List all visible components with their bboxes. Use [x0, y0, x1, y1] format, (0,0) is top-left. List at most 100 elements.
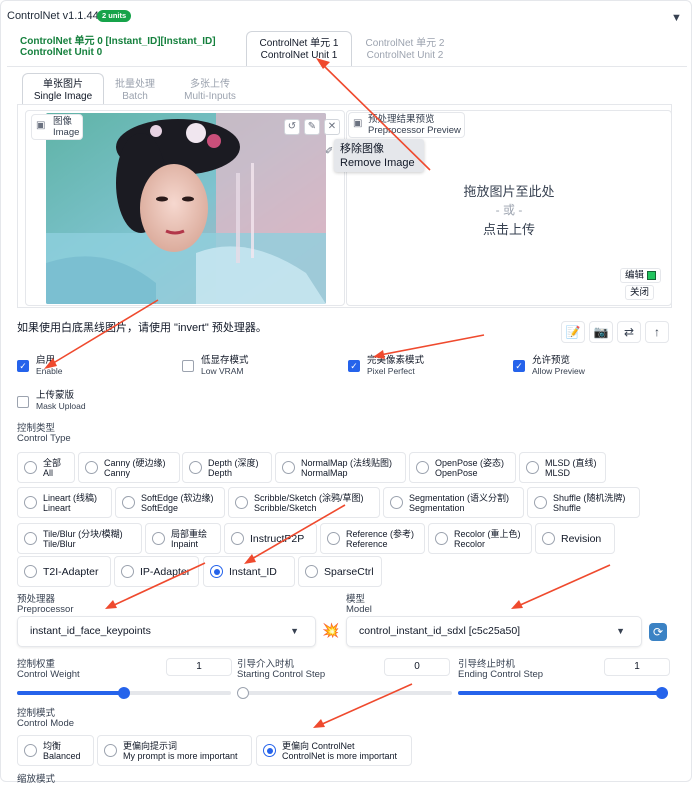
radio-circle — [122, 496, 135, 509]
edit-button[interactable]: 编辑 — [620, 268, 661, 283]
preprocessor-value: instant_id_face_keypoints — [30, 625, 151, 637]
drop-line-1: 拖放图片至此处 — [463, 184, 555, 199]
radio-circle — [24, 461, 37, 474]
drop-zone[interactable]: 拖放图片至此处 - 或 - 点击上传 — [346, 182, 672, 239]
option-en: Recolor — [454, 538, 486, 549]
pixel-perfect-checkbox[interactable]: ✓ — [348, 360, 360, 372]
control-type-openpose[interactable]: OpenPose (姿态) OpenPose — [409, 452, 516, 483]
enable-checkbox[interactable]: ✓ — [17, 360, 29, 372]
option-en: Inpaint — [171, 538, 199, 549]
slider-thumb[interactable] — [118, 687, 130, 699]
model-select[interactable]: control_instant_id_sdxl [c5c25a50] ▼ — [346, 616, 642, 647]
control-type-tile[interactable]: Tile/Blur (分块/模糊) Tile/Blur — [17, 523, 142, 554]
control-type-instant-id[interactable]: Instant_ID — [203, 556, 295, 587]
tab-multi-inputs[interactable]: 多张上传 Multi-Inputs — [176, 79, 244, 103]
control-type-lineart[interactable]: Lineart (线稿) Lineart — [17, 487, 112, 518]
radio-circle — [526, 461, 539, 474]
preprocessor-select[interactable]: instant_id_face_keypoints ▼ — [17, 616, 316, 647]
option-label: SparseCtrl — [324, 565, 374, 578]
option-zh: Recolor (重上色) — [454, 528, 521, 539]
control-type-sparsectrl[interactable]: SparseCtrl — [298, 556, 382, 587]
control-type-all[interactable]: 全部 All — [17, 452, 75, 483]
option-zh: Lineart (线稿) — [43, 492, 98, 503]
slider-thumb[interactable] — [237, 687, 249, 699]
undo-icon[interactable]: ↺ — [284, 119, 300, 135]
control-mode-balanced[interactable]: 均衡 Balanced — [17, 735, 94, 766]
option-zh: 均衡 — [43, 740, 62, 751]
allow-preview-checkbox[interactable]: ✓ — [513, 360, 525, 372]
camera-icon[interactable]: 📷 — [589, 321, 613, 343]
notepad-icon[interactable]: 📝 — [561, 321, 585, 343]
control-type-segmentation[interactable]: Segmentation (语义分割) Segmentation — [383, 487, 524, 518]
option-zh: 更偏向提示词 — [123, 740, 178, 751]
ending-step-slider[interactable] — [458, 687, 668, 699]
control-type-revision[interactable]: Revision — [535, 523, 615, 554]
control-weight-label-en: Control Weight — [17, 669, 80, 680]
radio-circle — [327, 532, 340, 545]
control-type-reference[interactable]: Reference (参考) Reference — [320, 523, 425, 554]
tab-unit-1[interactable]: ControlNet 单元 1 ControlNet Unit 1 — [246, 31, 352, 67]
radio-circle — [305, 565, 318, 578]
tab-unit-1-sub: ControlNet Unit 1 — [260, 50, 338, 61]
triangle-down-icon[interactable]: ▼ — [671, 12, 682, 24]
edit-icon[interactable]: ✎ — [304, 119, 320, 135]
radio-circle — [24, 496, 37, 509]
close-button[interactable]: 关闭 — [625, 285, 655, 300]
control-mode-controlnet[interactable]: 更偏向 ControlNet ControlNet is more importa… — [256, 735, 412, 766]
close-icon[interactable]: ✕ — [324, 119, 340, 135]
tab-single-image-sub: Single Image — [33, 91, 93, 102]
control-type-t2i-adapter[interactable]: T2I-Adapter — [17, 556, 111, 587]
option-en: All — [43, 467, 54, 478]
control-type-depth[interactable]: Depth (深度) Depth — [182, 452, 272, 483]
pixel-perfect-label: 完美像素模式 Pixel Perfect — [367, 356, 424, 377]
control-type-inpaint[interactable]: 局部重绘 Inpaint — [145, 523, 221, 554]
low-vram-label: 低显存模式 Low VRAM — [201, 356, 249, 377]
radio-circle-selected — [263, 744, 276, 757]
starting-step-slider[interactable] — [237, 687, 452, 699]
radio-circle — [189, 461, 202, 474]
chevron-down-icon: ▼ — [290, 626, 299, 636]
tab-unit-2-label: ControlNet 单元 2 — [365, 38, 445, 49]
brush-icon[interactable]: ✐ — [325, 146, 333, 157]
control-type-instructp2p[interactable]: InstructP2P — [224, 523, 317, 554]
swap-icon[interactable]: ⇄ — [617, 321, 641, 343]
option-zh: 局部重绘 — [171, 528, 208, 539]
option-en: My prompt is more important — [123, 750, 238, 761]
low-vram-checkbox[interactable] — [182, 360, 194, 372]
radio-circle — [24, 565, 37, 578]
control-mode-label-en: Control Mode — [17, 718, 75, 729]
refresh-icon[interactable]: ⟳ — [649, 623, 667, 641]
starting-step-label-en: Starting Control Step — [237, 669, 326, 680]
ending-step-input[interactable]: 1 — [604, 658, 670, 676]
model-label-en: Model — [346, 604, 372, 615]
control-type-recolor[interactable]: Recolor (重上色) Recolor — [428, 523, 532, 554]
model-label: 模型 Model — [346, 595, 372, 615]
control-type-normalmap[interactable]: NormalMap (法线贴图) NormalMap — [275, 452, 406, 483]
control-type-softedge[interactable]: SoftEdge (软边缘) SoftEdge — [115, 487, 225, 518]
radio-circle — [235, 496, 248, 509]
option-en: ControlNet is more important — [282, 750, 398, 761]
tab-unit-2[interactable]: ControlNet 单元 2 ControlNet Unit 2 — [357, 38, 453, 62]
drop-line-2: - 或 - — [495, 203, 523, 217]
control-type-canny[interactable]: Canny (硬边缘) Canny — [78, 452, 180, 483]
control-mode-prompt[interactable]: 更偏向提示词 My prompt is more important — [97, 735, 252, 766]
control-type-shuffle[interactable]: Shuffle (随机洗牌) Shuffle — [527, 487, 640, 518]
slider-thumb[interactable] — [656, 687, 668, 699]
radio-circle — [152, 532, 165, 545]
starting-step-input[interactable]: 0 — [384, 658, 450, 676]
tab-single-image[interactable]: 单张图片 Single Image — [22, 73, 104, 105]
tab-unit-0[interactable]: ControlNet 单元 0 [Instant_ID][Instant_ID]… — [20, 36, 216, 58]
send-up-icon[interactable]: ↑ — [645, 321, 669, 343]
option-label: IP-Adapter — [140, 565, 191, 578]
enable-label-zh: 启用 — [36, 355, 56, 366]
control-weight-input[interactable]: 1 — [166, 658, 232, 676]
enable-label: 启用 Enable — [36, 355, 62, 377]
mask-upload-label-en: Mask Upload — [36, 401, 86, 411]
mask-upload-checkbox[interactable] — [17, 396, 29, 408]
control-weight-slider[interactable] — [17, 687, 231, 699]
control-type-ip-adapter[interactable]: IP-Adapter — [114, 556, 199, 587]
control-type-scribble[interactable]: Scribble/Sketch (涂鸦/草图) Scribble/Sketch — [228, 487, 380, 518]
tab-batch[interactable]: 批量处理 Batch — [104, 79, 166, 103]
explosion-icon[interactable]: 💥 — [322, 622, 339, 639]
control-type-mlsd[interactable]: MLSD (直线) MLSD — [519, 452, 606, 483]
